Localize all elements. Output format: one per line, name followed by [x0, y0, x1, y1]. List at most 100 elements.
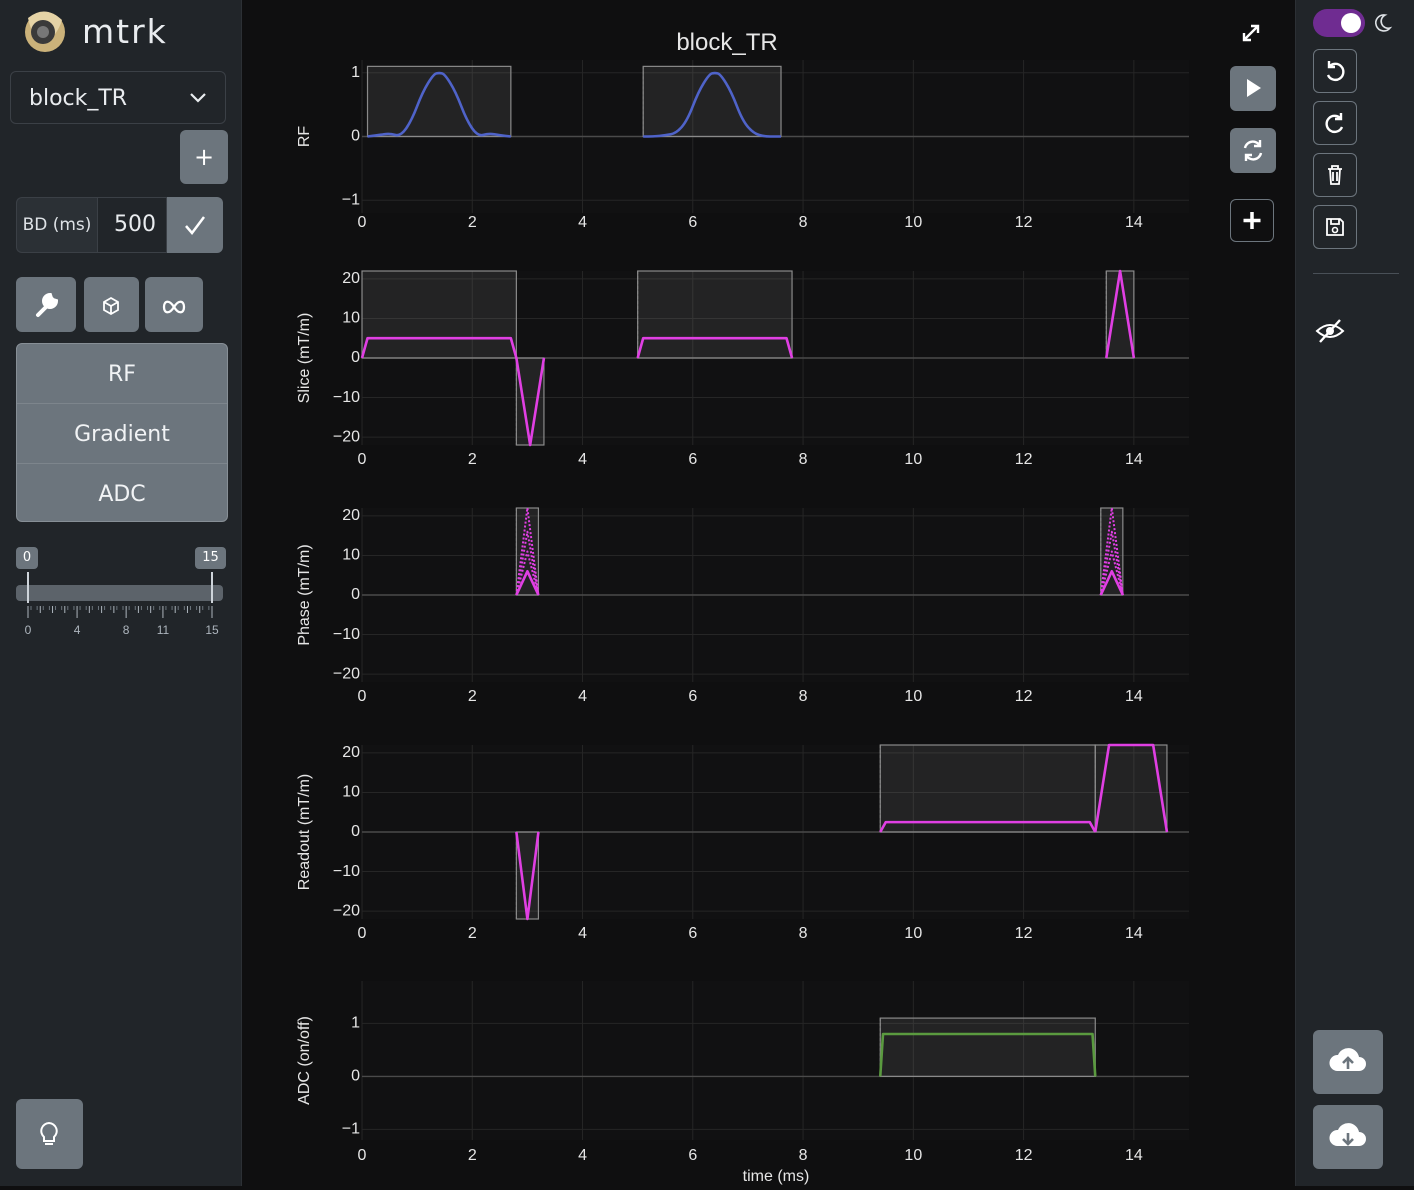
y-axis-label: Phase (mT/m)	[296, 544, 313, 645]
chart-panel-readout: 0 2 4 6 8 10 12 14 20 10 0 −10 −20 Readout (mT/m)	[296, 743, 1189, 942]
fullscreen-button[interactable]	[1236, 18, 1266, 48]
range-slider[interactable]: 0 15 0 4 8 11 15	[16, 545, 228, 645]
x-tick-label: 6	[688, 925, 697, 942]
y-tick-label: 1	[351, 64, 360, 81]
mtrk-logo	[25, 11, 65, 52]
x-tick-label: 2	[468, 925, 477, 942]
block-duration-group: BD (ms) 500	[16, 197, 223, 253]
x-axis-label: time (ms)	[743, 1168, 810, 1185]
bd-confirm-button[interactable]	[167, 197, 223, 253]
x-tick-label: 10	[904, 688, 922, 705]
x-tick-label: 14	[1125, 1147, 1143, 1164]
y-tick-label: 20	[342, 270, 360, 287]
x-tick-label: 0	[358, 1147, 367, 1164]
y-tick-label: −20	[333, 428, 360, 445]
x-tick-label: 0	[358, 925, 367, 942]
chevron-down-icon	[190, 93, 206, 103]
chart-panel-slice: 0 2 4 6 8 10 12 14 20 10 0 −10 −20 Slice (mT/m)	[296, 269, 1189, 468]
hint-button[interactable]	[16, 1099, 83, 1169]
sequence-plot[interactable]: block_TR0 2 4 6 8 10 12 1410−1RF0 2 4 6 8 10 12 142010…	[242, 0, 1294, 1186]
settings-button[interactable]	[16, 277, 76, 332]
moon-icon	[1375, 14, 1393, 32]
chart-panel-phase: 0 2 4 6 8 10 12 14 20 10 0 −10 −20 Phase (mT/m)	[296, 507, 1189, 705]
loop-button[interactable]	[145, 277, 203, 332]
y-axis-label: Readout (mT/m)	[296, 774, 313, 890]
menu-item-adc[interactable]: ADC	[17, 464, 227, 523]
x-tick-label: 0	[358, 451, 367, 468]
x-tick-label: 8	[799, 688, 808, 705]
x-tick-label: 8	[799, 214, 808, 231]
y-tick-label: −20	[333, 902, 360, 919]
y-tick-label: 10	[342, 310, 360, 327]
refresh-button[interactable]	[1230, 128, 1276, 173]
block-select-value: block_TR	[29, 86, 128, 111]
x-tick-label: 4	[578, 451, 587, 468]
slider-tick-label: 8	[123, 623, 130, 637]
x-tick-label: 8	[799, 451, 808, 468]
save-button[interactable]	[1313, 205, 1357, 249]
y-tick-label: −1	[342, 191, 360, 208]
redo-button[interactable]	[1313, 101, 1357, 145]
slider-tick-label: 4	[74, 623, 81, 637]
app-brand: mtrk	[82, 12, 168, 51]
undo-button[interactable]	[1313, 49, 1357, 93]
event-menu: RF Gradient ADC	[16, 343, 228, 522]
check-icon	[185, 216, 205, 235]
x-tick-label: 4	[578, 214, 587, 231]
event-block	[1105, 270, 1135, 359]
y-tick-label: −10	[333, 863, 360, 880]
trash-icon	[1328, 165, 1342, 185]
y-tick-label: 0	[351, 823, 360, 840]
x-tick-label: 12	[1015, 688, 1033, 705]
x-tick-label: 6	[688, 214, 697, 231]
undo-icon	[1326, 61, 1345, 82]
y-tick-label: 0	[351, 586, 360, 603]
event-block	[637, 270, 793, 359]
redo-icon	[1325, 113, 1344, 134]
y-axis-label: ADC (on/off)	[296, 1016, 313, 1105]
x-tick-label: 0	[358, 214, 367, 231]
y-axis-label: RF	[296, 126, 313, 148]
y-tick-label: 10	[342, 547, 360, 564]
object-button[interactable]	[84, 277, 139, 332]
download-button[interactable]	[1313, 1105, 1383, 1169]
x-tick-label: 0	[358, 688, 367, 705]
block-select[interactable]: block_TR	[10, 71, 226, 124]
y-tick-label: 20	[342, 744, 360, 761]
x-tick-label: 2	[468, 451, 477, 468]
toggle-knob	[1341, 13, 1361, 33]
x-tick-label: 8	[799, 925, 808, 942]
plot-title: block_TR	[676, 29, 777, 56]
x-tick-label: 6	[688, 688, 697, 705]
y-tick-label: −20	[333, 665, 360, 682]
x-tick-label: 10	[904, 451, 922, 468]
x-tick-label: 4	[578, 925, 587, 942]
expand-icon	[1242, 24, 1260, 42]
x-tick-label: 12	[1015, 1147, 1033, 1164]
save-icon	[1326, 218, 1344, 236]
add-event-button[interactable]	[1230, 199, 1274, 242]
play-icon	[1247, 79, 1261, 97]
menu-item-rf[interactable]: RF	[17, 344, 227, 404]
x-tick-label: 12	[1015, 214, 1033, 231]
menu-item-gradient[interactable]: Gradient	[17, 404, 227, 464]
add-block-button[interactable]: +	[180, 130, 228, 184]
bd-input[interactable]: 500	[97, 197, 167, 253]
toolbar-divider	[1313, 273, 1399, 274]
y-tick-label: 0	[351, 349, 360, 366]
x-tick-label: 6	[688, 451, 697, 468]
slider-tick-label: 0	[25, 623, 32, 637]
eye-slash-icon[interactable]	[1314, 316, 1346, 346]
y-tick-label: 20	[342, 507, 360, 524]
delete-button[interactable]	[1313, 153, 1357, 197]
upload-button[interactable]	[1313, 1030, 1383, 1094]
x-tick-label: 12	[1015, 925, 1033, 942]
play-button[interactable]	[1230, 66, 1276, 111]
event-block	[515, 831, 540, 920]
x-tick-label: 14	[1125, 214, 1143, 231]
x-tick-label: 10	[904, 214, 922, 231]
infinity-icon	[162, 300, 186, 314]
y-axis-label: Slice (mT/m)	[296, 313, 313, 404]
theme-toggle[interactable]	[1313, 9, 1365, 37]
slider-tick-label: 11	[157, 623, 170, 637]
